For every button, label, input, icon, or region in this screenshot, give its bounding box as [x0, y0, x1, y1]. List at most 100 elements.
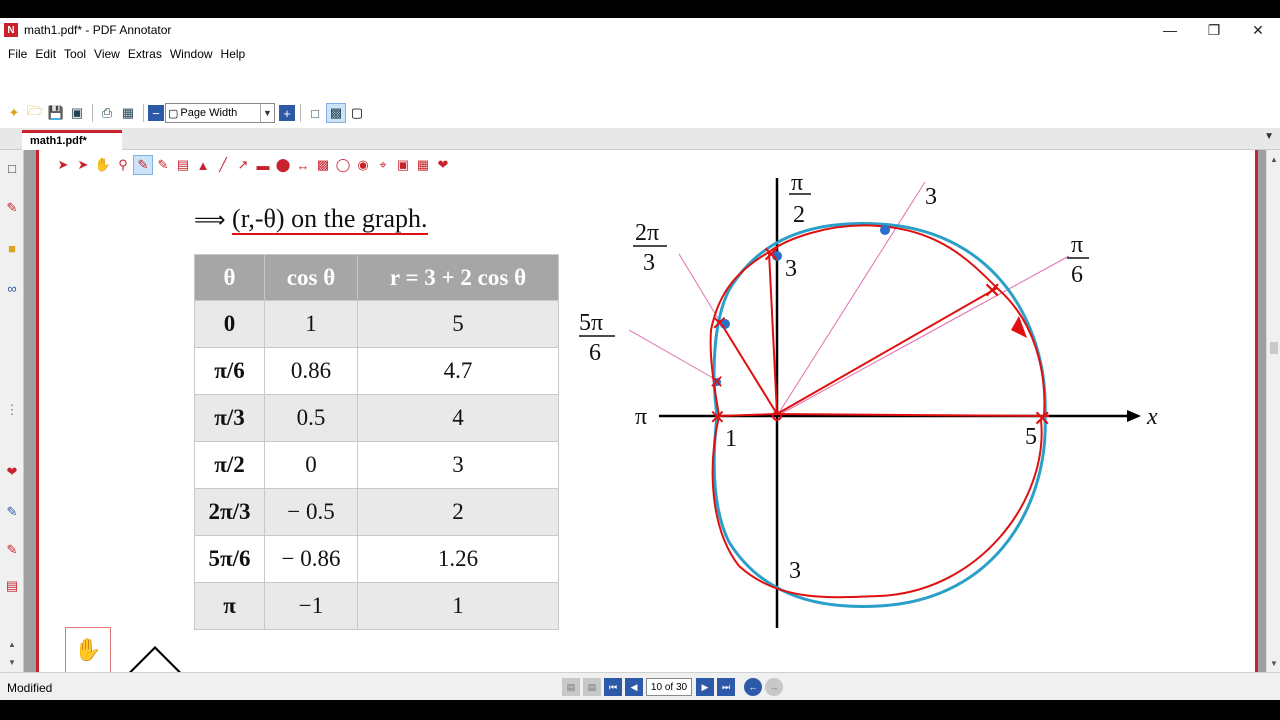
table-row: 0 1 5	[194, 300, 559, 348]
zoom-in-icon[interactable]: +	[279, 105, 295, 121]
magnifier-icon[interactable]: ⚲	[113, 155, 133, 175]
history-forward-icon[interactable]: →	[765, 678, 783, 696]
cell-r: 4.7	[357, 347, 559, 395]
tab-list-chevron-icon[interactable]: ▼	[1264, 131, 1274, 142]
save-as-icon[interactable]: ▣	[67, 103, 87, 123]
open-folder-icon[interactable]: 🗁	[25, 103, 45, 123]
page-forward-icon[interactable]: ▤	[583, 678, 601, 696]
menu-tool[interactable]: Tool	[60, 47, 90, 61]
scroll-thumb[interactable]	[1270, 342, 1278, 354]
page-back-icon[interactable]: ▤	[562, 678, 580, 696]
new-document-icon[interactable]: ✦	[4, 103, 24, 123]
camera-icon[interactable]: ◉	[353, 155, 373, 175]
fullscreen-icon[interactable]: ▢	[347, 103, 367, 123]
panel-grip-icon[interactable]: ⋮	[4, 402, 20, 418]
page-width-icon: ▢	[168, 107, 179, 120]
table-row: π −1 1	[194, 582, 559, 630]
measure-tool-icon[interactable]: ↔	[293, 155, 313, 175]
label-two-pi-third-num: 2π	[635, 220, 659, 246]
insert-image-icon[interactable]: ▦	[413, 155, 433, 175]
scroll-up-icon[interactable]: ▲	[1267, 152, 1280, 166]
page-number-field[interactable]: 10 of 30	[646, 678, 692, 696]
close-icon[interactable]: ✕	[1236, 18, 1280, 42]
triangle-shape-inner	[129, 649, 181, 672]
cell-r: 1	[357, 582, 559, 630]
ruler-icon[interactable]: ▣	[393, 155, 413, 175]
ink-rays	[718, 251, 1050, 417]
page-icon[interactable]: □	[4, 160, 20, 176]
table-row: π/2 0 3	[194, 441, 559, 489]
zoom-select[interactable]: ▢ Page Width ▼	[165, 103, 275, 123]
toolbar-divider	[300, 104, 301, 122]
folder-icon[interactable]: ■	[4, 240, 20, 256]
menu-help[interactable]: Help	[217, 47, 250, 61]
ellipse-tool-icon[interactable]: ⬤	[273, 155, 293, 175]
favorites-heart-icon[interactable]: ❤	[4, 464, 20, 480]
first-page-icon[interactable]: ⏮	[604, 678, 622, 696]
document-tab-strip: math1.pdf* ▼	[0, 128, 1280, 150]
hand-annotation-icon[interactable]: ✋	[65, 627, 111, 672]
vertical-scrollbar[interactable]: ▲ ▼	[1266, 150, 1280, 672]
label-r-at-pi: 1	[725, 426, 737, 452]
highlighter-tool-icon[interactable]: ✎	[153, 155, 173, 175]
heading: ⟹ (r,-θ) on the graph.	[194, 204, 428, 235]
menu-window[interactable]: Window	[166, 47, 217, 61]
history-back-icon[interactable]: ←	[744, 678, 762, 696]
cell-theta: π/6	[194, 347, 265, 395]
label-x-axis: x	[1146, 404, 1158, 430]
select-arrow-icon[interactable]: ➤	[53, 155, 73, 175]
pen-icon[interactable]: ✎	[4, 200, 20, 216]
restore-icon[interactable]: ❐	[1192, 18, 1236, 42]
menu-extras[interactable]: Extras	[124, 47, 166, 61]
next-page-icon[interactable]: ▶	[696, 678, 714, 696]
minimize-icon[interactable]: —	[1148, 18, 1192, 42]
implies-symbol: ⟹	[194, 208, 226, 233]
pen-tool-icon[interactable]: ✎	[133, 155, 153, 175]
attachment-icon[interactable]: ∞	[4, 280, 20, 296]
marker-icon[interactable]: ✎	[4, 504, 20, 520]
scroll-down-icon[interactable]: ▼	[1267, 656, 1280, 670]
menu-edit[interactable]: Edit	[31, 47, 60, 61]
status-bar: Modified ▤ ▤ ⏮ ◀ 10 of 30 ▶ ⏭ ← →	[0, 672, 1280, 700]
top-black-strip	[0, 0, 1280, 18]
pdf-annotator-window: N math1.pdf* - PDF Annotator — ❐ ✕ File …	[0, 0, 1280, 720]
save-icon[interactable]: 💾	[46, 103, 66, 123]
tab-math1[interactable]: math1.pdf*	[22, 130, 122, 150]
label-pi: π	[635, 404, 647, 430]
eraser-icon[interactable]: ▩	[313, 155, 333, 175]
print-icon[interactable]: ⎙	[97, 103, 117, 123]
rectangle-tool-icon[interactable]: ▬	[253, 155, 273, 175]
cell-r: 2	[357, 488, 559, 536]
menu-view[interactable]: View	[90, 47, 124, 61]
table-header-row: θ cos θ r = 3 + 2 cos θ	[194, 254, 559, 301]
table-row: 5π/6 − 0.86 1.26	[194, 535, 559, 583]
menu-file[interactable]: File	[4, 47, 31, 61]
menu-bar: File Edit Tool View Extras Window Help	[0, 42, 1280, 66]
panel-scroll-down-icon[interactable]: ▼	[4, 654, 20, 670]
export-icon[interactable]: ▦	[118, 103, 138, 123]
table-row: 2π/3 − 0.5 2	[194, 488, 559, 536]
stamp-tool-icon[interactable]: ▲	[193, 155, 213, 175]
zoom-value: Page Width	[180, 107, 238, 119]
cross-marker: ✕	[762, 243, 780, 268]
cell-cos: 1	[264, 300, 358, 348]
arrow-tool-icon[interactable]: ↗	[233, 155, 253, 175]
text-tool-icon[interactable]: ▤	[173, 155, 193, 175]
stamp-icon[interactable]: ▤	[4, 578, 20, 594]
single-page-icon[interactable]: □	[305, 103, 325, 123]
continuous-page-icon[interactable]: ▩	[326, 103, 346, 123]
lasso-icon[interactable]: ◯	[333, 155, 353, 175]
highlighter-icon[interactable]: ✎	[4, 542, 20, 558]
previous-page-icon[interactable]: ◀	[625, 678, 643, 696]
hand-icon[interactable]: ✋	[93, 155, 113, 175]
crop-icon[interactable]: ⌖	[373, 155, 393, 175]
favorites-dropdown-icon[interactable]: ❤	[433, 155, 453, 175]
cross-marker: ✕	[711, 311, 728, 335]
line-tool-icon[interactable]: ╱	[213, 155, 233, 175]
main-toolbar: ✦ 🗁 💾 ▣ ⎙ ▦ − ▢ Page Width ▼ + □ ▩ ▢	[0, 100, 1280, 126]
zoom-out-icon[interactable]: −	[148, 105, 164, 121]
last-page-icon[interactable]: ⏭	[717, 678, 735, 696]
select-text-icon[interactable]: ➤	[73, 155, 93, 175]
panel-scroll-up-icon[interactable]: ▲	[4, 636, 20, 652]
chevron-down-icon: ▼	[260, 104, 274, 122]
